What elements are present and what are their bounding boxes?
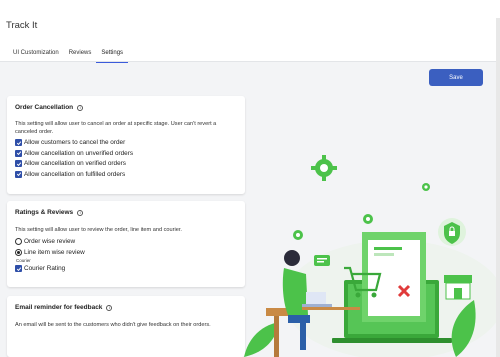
gear-icon [293,230,303,240]
order-cancellation-title: Order Cancellation [15,104,74,111]
app-title: Track It [6,20,38,31]
tab-reviews[interactable]: Reviews [64,46,97,63]
email-reminder-card: Email reminder for feedback i An email w… [7,296,245,357]
ratings-reviews-description: This setting will allow user to review t… [15,227,182,233]
order-cancellation-card: Order Cancellation i This setting will a… [7,96,245,194]
cancel-x-icon [394,281,414,301]
card-title: Ratings & Reviews i [15,209,237,216]
email-reminder-description: An email will be sent to the customers w… [15,322,211,328]
tab-ui-customization[interactable]: UI Customization [8,46,64,63]
option-cancel-unverified[interactable]: Allow cancellation on unverified orders [15,149,237,158]
option-label: Line item wise review [24,248,85,256]
ratings-reviews-card: Ratings & Reviews i This setting will al… [7,201,245,287]
radio-line-item-wise-review[interactable]: Line item wise review [15,248,237,257]
courier-heading: Courier [16,257,31,263]
tab-bar: UI Customization Reviews Settings [8,46,129,63]
radio-selected-icon[interactable] [15,248,22,256]
chat-bubble-icon [314,255,330,266]
save-button[interactable]: Save [429,69,483,86]
option-label: Allow cancellation on fulfilled orders [24,170,126,178]
info-icon[interactable]: i [77,104,84,111]
checkbox-checked-icon[interactable] [15,139,22,147]
info-icon[interactable]: i [106,304,113,311]
ecommerce-illustration [244,155,496,357]
option-label: Courier Rating [24,265,66,273]
scrollbar[interactable] [496,18,500,357]
ratings-reviews-title: Ratings & Reviews [15,209,74,216]
gear-icon [311,155,337,181]
radio-order-wise-review[interactable]: Order wise review [15,237,237,246]
info-icon[interactable]: i [77,209,84,216]
laptop-base [332,338,452,343]
gear-icon [422,183,430,191]
option-courier-rating[interactable]: Courier Rating [15,264,237,273]
checkbox-checked-icon[interactable] [15,160,22,168]
app-header: Track It UI Customization Reviews Settin… [0,0,500,63]
email-reminder-title: Email reminder for feedback [15,304,103,311]
store-icon [444,275,472,300]
option-allow-cancel[interactable]: Allow customers to cancel the order [15,138,237,147]
radio-unselected-icon[interactable] [15,238,22,246]
checkbox-checked-icon[interactable] [15,149,22,157]
option-cancel-verified[interactable]: Allow cancellation on verified orders [15,159,237,168]
option-cancel-fulfilled[interactable]: Allow cancellation on fulfilled orders [15,170,237,179]
card-title: Order Cancellation i [15,104,237,111]
gear-icon [363,214,373,224]
document-sheet [368,240,420,316]
order-cancellation-description: This setting will allow user to cancel a… [15,121,217,136]
shield-icon [438,218,466,246]
checkbox-checked-icon[interactable] [15,265,22,273]
option-label: Order wise review [24,238,76,246]
option-label: Allow cancellation on unverified orders [24,149,134,157]
checkbox-checked-icon[interactable] [15,170,22,178]
option-label: Allow cancellation on verified orders [24,160,126,168]
leaf-icon [244,322,279,357]
option-label: Allow customers to cancel the order [24,139,126,147]
tab-settings[interactable]: Settings [96,46,129,63]
card-title: Email reminder for feedback i [15,304,237,311]
